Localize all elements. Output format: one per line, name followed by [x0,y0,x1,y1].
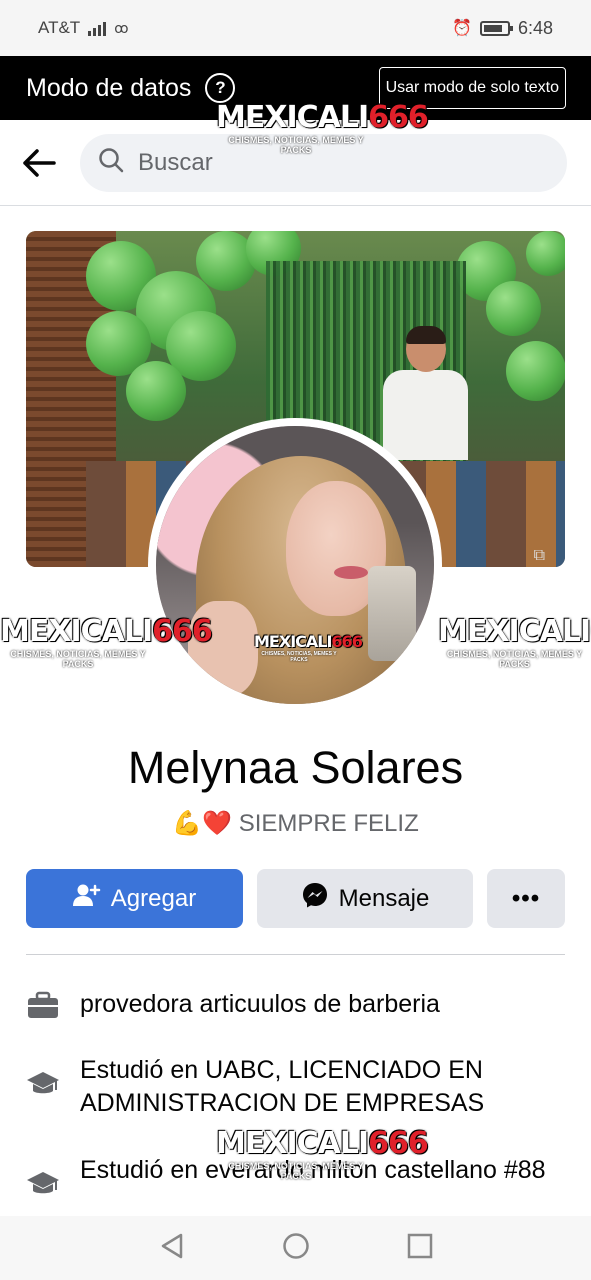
add-friend-label: Agregar [110,884,197,912]
more-options-button[interactable]: ••• [487,869,565,928]
detail-item-work: provedora articuulos de barberia [26,988,565,1021]
search-field[interactable] [80,133,567,192]
system-navigation-bar [0,1216,591,1280]
detail-item-education: Estudió en UABC, LICENCIADO EN ADMINISTR… [26,1054,565,1120]
signal-icon [88,20,107,36]
clock: 6:48 [517,17,553,38]
messenger-icon [301,881,329,916]
help-icon[interactable]: ? [205,73,236,103]
battery-icon [479,20,513,36]
back-arrow-icon[interactable] [20,144,58,182]
cover-expand-icon: ⧉ [533,547,545,564]
add-friend-button[interactable]: Agregar [26,869,243,928]
graduation-cap-icon [26,1154,60,1198]
data-mode-bar: Modo de datos ? Usar modo de solo texto [0,56,591,120]
detail-text: Estudió en everardo milton castellano #8… [80,1156,546,1184]
detail-text: Estudió en UABC, LICENCIADO EN ADMINISTR… [80,1056,485,1117]
message-label: Mensaje [338,884,430,912]
bio-text: SIEMPRE FELIZ [238,810,419,837]
nav-home-icon[interactable] [282,1232,310,1265]
add-friend-icon [72,883,101,914]
graduation-cap-icon [26,1054,60,1120]
alarm-icon: ⏰ [452,20,472,37]
detail-item-education: Estudió en everardo milton castellano #8… [26,1154,565,1198]
message-button[interactable]: Mensaje [257,869,473,928]
wifi-calling-icon: ꝏ [114,19,129,36]
search-input[interactable] [138,148,549,177]
bio-emoji: 💪❤️ [172,810,233,837]
profile-actions: Agregar Mensaje ••• [26,869,565,928]
detail-text: provedora articuulos de barberia [80,990,440,1018]
text-only-mode-button[interactable]: Usar modo de solo texto [378,67,566,109]
watermark-logo: MEXICALI666 CHISMES, NOTICIAS, MEMES Y P… [0,614,213,669]
nav-recents-icon[interactable] [407,1233,433,1264]
section-divider [26,954,565,955]
profile-bio: 💪❤️ SIEMPRE FELIZ [0,809,591,838]
search-header [0,120,591,206]
watermark-logo: MEXICALI666 CHISMES, NOTICIAS, MEMES Y P… [438,614,591,669]
profile-name: Melynaa Solares [127,742,464,793]
carrier-label: AT&T [38,18,81,37]
search-icon [98,147,124,178]
data-mode-title: Modo de datos [26,73,192,102]
profile-picture[interactable]: MEXICALI666 CHISMES, NOTICIAS, MEMES Y P… [148,418,442,712]
briefcase-icon [26,988,60,1021]
nav-back-icon[interactable] [159,1232,185,1265]
profile-screen: AT&T ꝏ ⏰ 6:48 Modo de datos ? Usar modo … [0,0,591,1280]
status-bar: AT&T ꝏ ⏰ 6:48 [0,0,591,56]
